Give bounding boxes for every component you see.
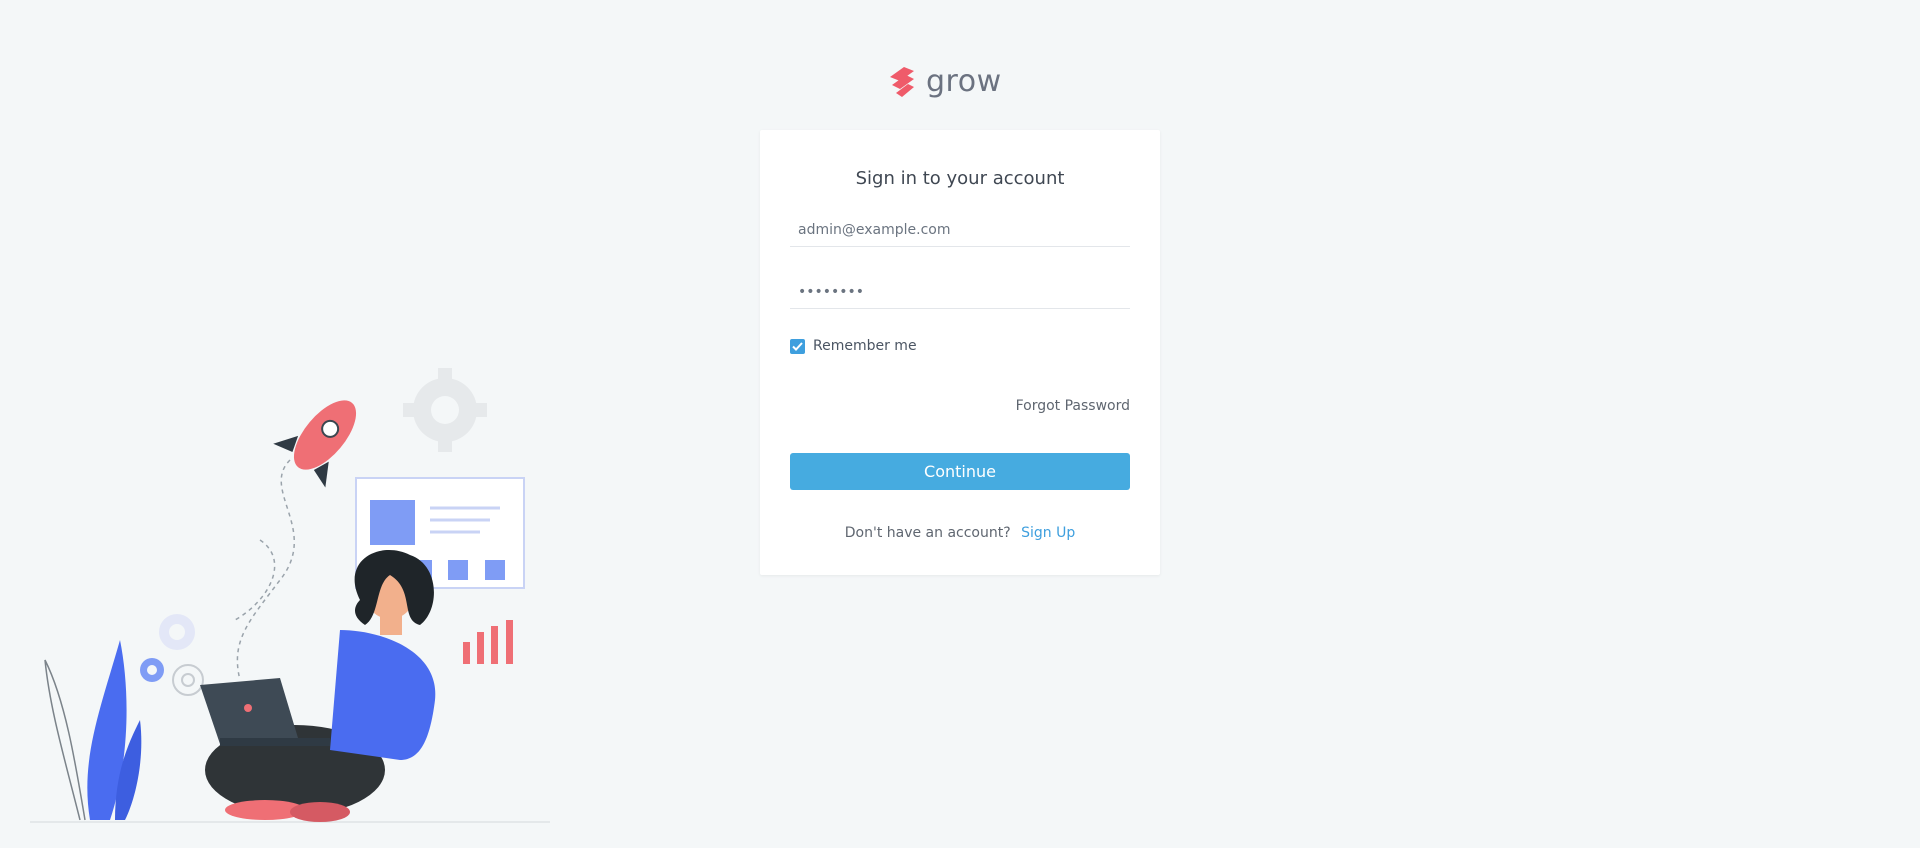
woman-with-laptop-illustration (30, 368, 550, 823)
bar-chart-icon (463, 620, 513, 664)
outline-gear-icon (172, 664, 204, 696)
blue-gear-icon (140, 658, 164, 682)
brand-name: grow (926, 64, 1002, 99)
brand-logo: grow (888, 64, 1002, 99)
password-field[interactable] (790, 275, 1130, 309)
stacked-chevrons-logo-icon (890, 66, 914, 97)
signup-row: Don't have an account? Sign Up (760, 525, 1160, 541)
plant-icon (44, 640, 142, 821)
small-gear-icon (159, 614, 195, 650)
gear-icon (403, 368, 487, 452)
remember-me-checkbox[interactable]: Remember me (790, 338, 917, 354)
woman-figure (200, 550, 436, 822)
rocket-icon (273, 400, 357, 488)
continue-button[interactable]: Continue (790, 453, 1130, 490)
email-field[interactable] (790, 213, 1130, 247)
page-title: Sign in to your account (855, 168, 1065, 189)
forgot-password-link[interactable]: Forgot Password (1016, 398, 1130, 414)
remember-me-label: Remember me (813, 338, 917, 354)
login-card: Sign in to your account Remember me Forg… (760, 130, 1160, 575)
checkbox-checked-icon[interactable] (790, 338, 805, 354)
signup-prompt: Don't have an account? (844, 525, 1011, 541)
sign-up-link[interactable]: Sign Up (1021, 525, 1075, 541)
